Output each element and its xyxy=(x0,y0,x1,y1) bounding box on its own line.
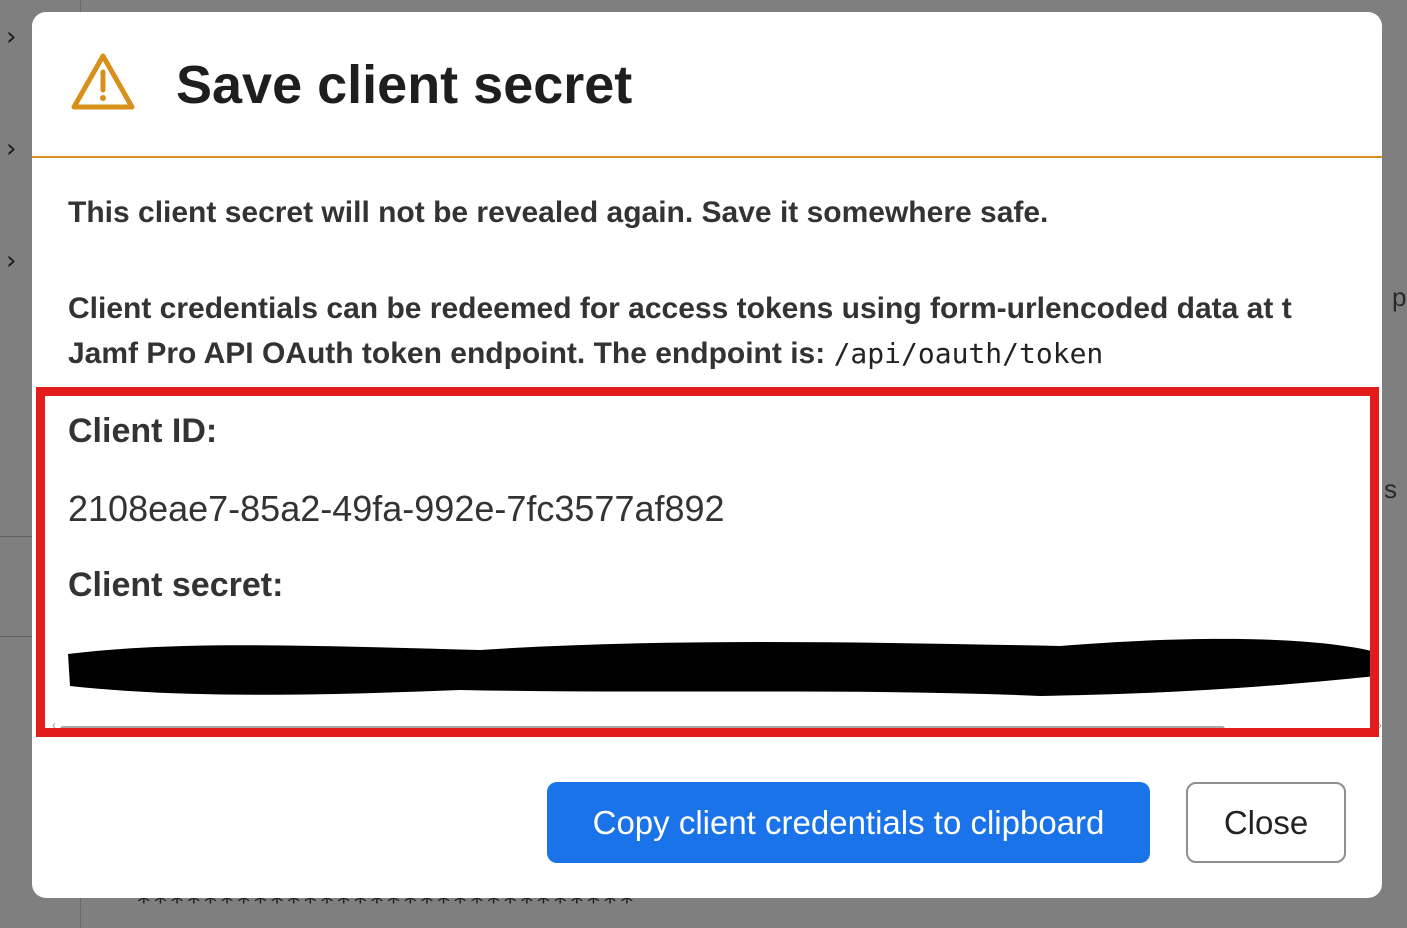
background-text-fragment: s xyxy=(1384,474,1397,504)
warning-message: This client secret will not be revealed … xyxy=(68,196,1049,229)
chevron-right-icon[interactable]: › xyxy=(6,248,16,274)
client-secret-redaction xyxy=(68,638,1376,696)
background-divider xyxy=(0,636,33,637)
copy-credentials-button[interactable]: Copy client credentials to clipboard xyxy=(547,782,1150,863)
chevron-right-icon[interactable]: › xyxy=(6,136,16,162)
close-button[interactable]: Close xyxy=(1186,782,1346,863)
endpoint-path: /api/oauth/token xyxy=(833,337,1104,370)
dialog-header: Save client secret xyxy=(32,12,1382,158)
info-line-2-text: Jamf Pro API OAuth token endpoint. The e… xyxy=(68,337,834,370)
scroll-left-icon[interactable]: ‹ xyxy=(52,718,56,732)
horizontal-scrollbar[interactable]: ‹ › xyxy=(52,718,1382,734)
dialog-title: Save client secret xyxy=(176,55,633,115)
save-client-secret-dialog: Save client secret This client secret wi… xyxy=(32,12,1382,898)
info-line-1: Client credentials can be redeemed for a… xyxy=(68,292,1292,325)
info-message: Client credentials can be redeemed for a… xyxy=(68,286,1382,376)
background-divider xyxy=(0,536,33,537)
scrollbar-thumb[interactable] xyxy=(60,726,1225,732)
background-text-fragment: p xyxy=(1392,282,1407,312)
info-line-2: Jamf Pro API OAuth token endpoint. The e… xyxy=(68,331,1382,376)
warning-icon xyxy=(71,53,135,110)
client-secret-label: Client secret: xyxy=(68,566,284,604)
client-id-label: Client ID: xyxy=(68,412,218,450)
chevron-right-icon[interactable]: › xyxy=(6,24,16,50)
client-id-value[interactable]: 2108eae7-85a2-49fa-992e-7fc3577af892 xyxy=(68,488,725,530)
scroll-right-icon[interactable]: › xyxy=(1378,718,1382,732)
